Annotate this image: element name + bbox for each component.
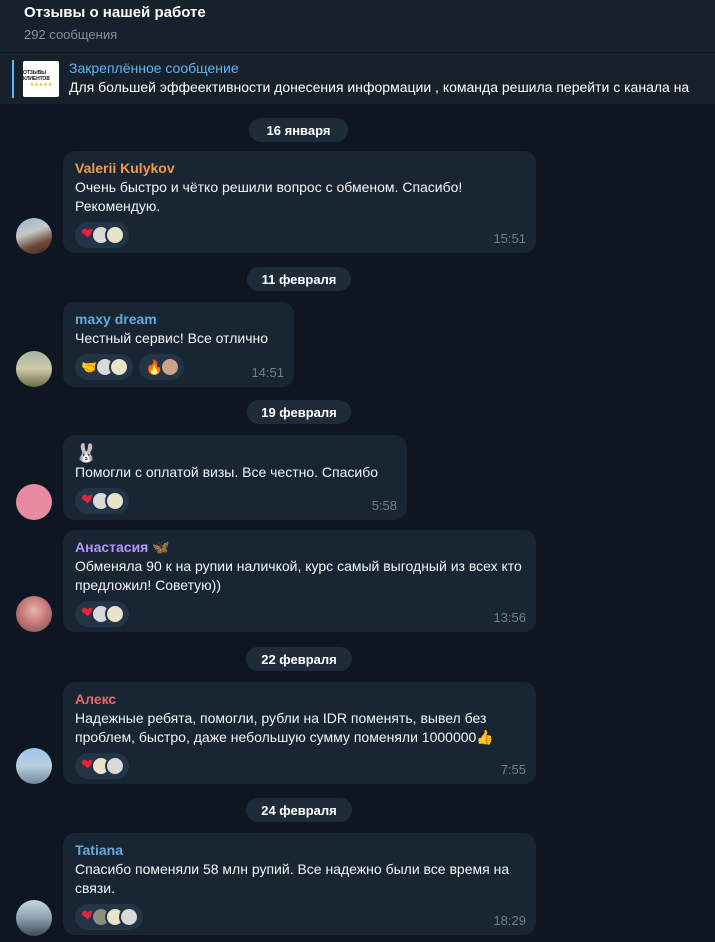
- date-separator: 16 января: [249, 118, 348, 142]
- message-text: Помогли с оплатой визы. Все честно. Спас…: [75, 464, 379, 480]
- message-text: Обменяла 90 к на рупии наличкой, курс са…: [75, 558, 522, 593]
- reactor-avatar: [109, 357, 130, 377]
- heart-reaction[interactable]: ❤: [75, 753, 130, 779]
- sender-name[interactable]: Алекс: [75, 690, 524, 708]
- message-bubble[interactable]: maxy dream Честный сервис! Все отлично 🤝…: [63, 302, 294, 387]
- thumbs-up-icon: 👍: [476, 729, 494, 745]
- date-separator: 19 февраля: [247, 400, 351, 424]
- message-time: 7:55: [500, 762, 526, 777]
- avatar[interactable]: [16, 484, 52, 520]
- date-separator: 24 февраля: [246, 798, 352, 822]
- reactions-row: ❤: [75, 601, 524, 627]
- sender-name-text: Анастасия: [75, 539, 149, 555]
- pinned-indicator: [12, 59, 14, 98]
- reactor-avatar: [105, 491, 126, 511]
- message-time: 5:58: [371, 498, 397, 513]
- sender-name[interactable]: Tatiana: [75, 841, 524, 859]
- reactions-row: ❤: [75, 904, 524, 930]
- message-text: Спасибо поменяли 58 млн рупий. Все надеж…: [75, 861, 510, 896]
- message-bubble[interactable]: 🐰 Помогли с оплатой визы. Все честно. Сп…: [63, 435, 407, 520]
- heart-reaction[interactable]: ❤: [75, 904, 144, 930]
- message-time: 14:51: [251, 365, 284, 380]
- fire-reaction[interactable]: 🔥: [139, 354, 184, 380]
- thumbnail-logo-text: ОТЗЫВЫ КЛИЕНТОВ: [23, 69, 50, 82]
- message-text: Очень быстро и чётко решили вопрос с обм…: [75, 179, 463, 214]
- message-time: 18:29: [493, 913, 526, 928]
- message-time: 15:51: [493, 231, 526, 246]
- avatar[interactable]: [16, 218, 52, 254]
- avatar[interactable]: [16, 351, 52, 387]
- message-text: Надежные ребята, помогли, рубли на IDR п…: [75, 709, 524, 747]
- message-bubble[interactable]: Анастасия 🦋 Обменяла 90 к на рупии налич…: [63, 530, 536, 632]
- message-bubble[interactable]: Алекс Надежные ребята, помогли, рубли на…: [63, 682, 536, 784]
- sender-name[interactable]: maxy dream: [75, 310, 282, 328]
- reactor-avatar: [105, 225, 126, 245]
- chat-header[interactable]: Отзывы о нашей работе 292 сообщения: [0, 0, 715, 52]
- date-separator: 22 февраля: [246, 647, 352, 671]
- reactions-row: ❤: [75, 488, 395, 514]
- message-bubble[interactable]: Valerii Kulykov Очень быстро и чётко реш…: [63, 151, 536, 253]
- pinned-label: Закреплённое сообщение: [69, 60, 239, 76]
- avatar[interactable]: [16, 748, 52, 784]
- message-time: 13:56: [493, 610, 526, 625]
- pinned-message-bar[interactable]: ОТЗЫВЫ КЛИЕНТОВ ★★★★★ Закреплённое сообщ…: [0, 52, 715, 104]
- date-separator: 11 февраля: [247, 267, 351, 291]
- message-count: 292 сообщения: [24, 27, 118, 42]
- chat-title: Отзывы о нашей работе: [24, 4, 206, 21]
- heart-reaction[interactable]: ❤: [75, 601, 130, 627]
- reactor-avatar: [119, 907, 140, 927]
- avatar[interactable]: [16, 900, 52, 936]
- heart-reaction[interactable]: ❤: [75, 222, 130, 248]
- heart-reaction[interactable]: ❤: [75, 488, 130, 514]
- pinned-text: Для большей эффеективности донесения инф…: [69, 79, 690, 95]
- message-text-body: Надежные ребята, помогли, рубли на IDR п…: [75, 710, 487, 745]
- thumbnail-stars: ★★★★★: [29, 81, 53, 88]
- pinned-thumbnail: ОТЗЫВЫ КЛИЕНТОВ ★★★★★: [23, 60, 59, 97]
- bunny-ears-icon: 🐰: [75, 443, 98, 463]
- avatar[interactable]: [16, 596, 52, 632]
- message-text: Честный сервис! Все отлично: [75, 330, 269, 346]
- sender-name[interactable]: Valerii Kulykov: [75, 159, 524, 177]
- reactor-avatar: [159, 357, 180, 377]
- reactions-row: ❤: [75, 222, 524, 248]
- reactor-avatar: [105, 756, 126, 776]
- butterfly-icon: 🦋: [152, 539, 170, 555]
- handshake-reaction[interactable]: 🤝: [75, 354, 134, 380]
- sender-name[interactable]: Анастасия 🦋: [75, 538, 524, 556]
- reactions-row: ❤: [75, 753, 524, 779]
- reactor-avatar: [105, 604, 126, 624]
- message-bubble[interactable]: Tatiana Спасибо поменяли 58 млн рупий. В…: [63, 833, 536, 935]
